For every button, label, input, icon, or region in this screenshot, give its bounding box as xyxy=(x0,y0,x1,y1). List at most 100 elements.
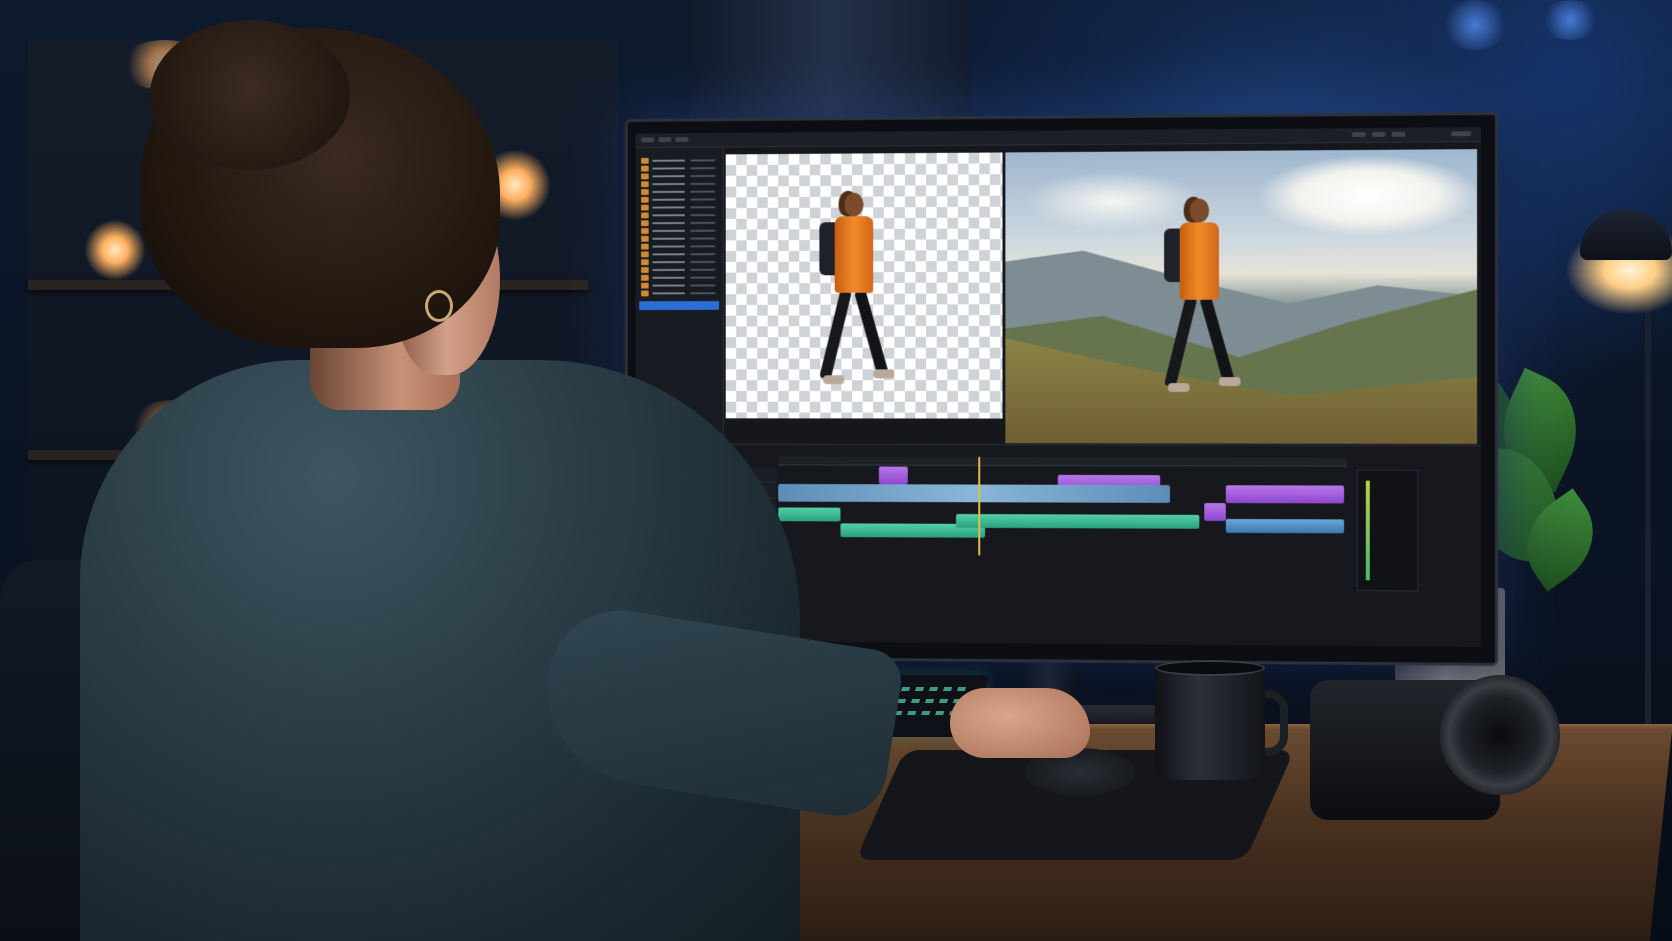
project-item[interactable] xyxy=(641,259,717,266)
bokeh-light xyxy=(1440,0,1510,50)
project-item[interactable] xyxy=(641,220,717,227)
toolbar-button[interactable] xyxy=(1391,131,1406,137)
hiker-shoe xyxy=(873,369,895,379)
item-label xyxy=(652,237,685,240)
clip-thumbnail-icon xyxy=(641,290,649,297)
project-item[interactable] xyxy=(641,196,717,203)
project-item[interactable] xyxy=(641,157,717,164)
item-meta xyxy=(690,174,716,178)
project-item[interactable] xyxy=(641,189,717,195)
item-label xyxy=(652,167,685,170)
item-meta xyxy=(690,276,716,279)
clip-thumbnail-icon xyxy=(641,267,649,273)
window-controls[interactable] xyxy=(1451,131,1472,137)
clip-thumbnail-icon xyxy=(641,189,649,195)
hiker-cutout xyxy=(819,190,895,399)
project-item[interactable] xyxy=(641,181,717,188)
project-item[interactable] xyxy=(641,290,717,297)
item-label xyxy=(652,214,685,217)
folder-icon xyxy=(641,157,649,164)
item-label xyxy=(652,261,685,264)
item-meta xyxy=(690,206,716,209)
menu-item[interactable] xyxy=(641,137,655,143)
project-item[interactable] xyxy=(641,235,717,242)
item-label xyxy=(652,245,685,248)
item-meta xyxy=(690,229,716,232)
orange-jacket xyxy=(834,216,874,293)
item-meta xyxy=(690,237,716,240)
toolbar-button[interactable] xyxy=(1351,131,1366,138)
clip-thumbnail-icon xyxy=(641,173,649,180)
hiker-shoe xyxy=(1168,383,1190,392)
warm-light xyxy=(85,220,145,280)
item-meta xyxy=(690,159,716,162)
hair-bun xyxy=(150,20,350,170)
menu-item[interactable] xyxy=(658,137,672,143)
item-meta xyxy=(690,284,716,287)
hiker-leg xyxy=(1164,296,1198,388)
item-meta xyxy=(690,198,716,201)
audio-clip[interactable] xyxy=(778,507,841,522)
project-item[interactable] xyxy=(641,204,717,211)
clip-thumbnail-icon xyxy=(641,165,649,172)
project-item[interactable] xyxy=(641,228,717,234)
hiker-leg xyxy=(1199,296,1236,388)
item-meta xyxy=(690,167,716,170)
item-label xyxy=(652,229,685,232)
playhead[interactable] xyxy=(978,456,981,556)
hiker-head xyxy=(1189,198,1210,223)
meter-level xyxy=(1365,480,1370,581)
item-meta xyxy=(690,253,716,256)
project-item[interactable] xyxy=(641,173,717,180)
video-clip[interactable] xyxy=(778,483,1170,503)
item-meta xyxy=(690,214,716,217)
timeline-clip[interactable] xyxy=(1204,503,1226,521)
project-item[interactable] xyxy=(641,282,717,289)
hiker-composited xyxy=(1164,196,1241,406)
camera-lens xyxy=(1440,675,1560,795)
project-item[interactable] xyxy=(641,267,717,273)
clip-thumbnail-icon xyxy=(641,212,649,219)
mug-rim xyxy=(1155,660,1265,676)
project-item[interactable] xyxy=(641,243,717,250)
project-item[interactable] xyxy=(641,251,717,258)
item-meta xyxy=(690,292,716,295)
item-meta xyxy=(690,190,716,193)
clip-thumbnail-icon xyxy=(641,220,649,227)
program-viewer-composite[interactable] xyxy=(1005,149,1478,444)
hiker-leg xyxy=(819,289,852,380)
hiker-shoe xyxy=(823,375,845,385)
folder-icon xyxy=(641,228,649,234)
hiker-shoe xyxy=(1218,377,1241,387)
audio-clip[interactable] xyxy=(1225,518,1345,534)
clip-thumbnail-icon xyxy=(641,259,649,266)
bokeh-light xyxy=(1540,0,1600,40)
hiker-head xyxy=(844,192,864,217)
orange-jacket xyxy=(1179,222,1219,300)
audio-meter xyxy=(1356,469,1419,592)
folder-icon xyxy=(641,204,649,211)
clip-thumbnail-icon xyxy=(641,282,649,289)
project-item[interactable] xyxy=(641,274,717,281)
source-viewer-transparent[interactable] xyxy=(725,152,1003,419)
audio-clip[interactable] xyxy=(956,513,1200,529)
item-label xyxy=(652,268,685,271)
folder-icon xyxy=(641,251,649,258)
cloud xyxy=(1259,155,1478,237)
folder-icon xyxy=(641,274,649,281)
item-label xyxy=(652,253,685,256)
item-label xyxy=(652,182,685,186)
person-hand xyxy=(950,688,1090,758)
item-label xyxy=(652,206,685,209)
timeline-clip[interactable] xyxy=(1225,485,1345,504)
project-item[interactable] xyxy=(641,212,717,219)
app-toolbar xyxy=(635,127,1482,149)
menu-item[interactable] xyxy=(675,137,689,143)
toolbar-button[interactable] xyxy=(1371,131,1386,137)
project-item[interactable] xyxy=(641,165,717,172)
item-meta xyxy=(690,221,716,224)
item-label xyxy=(652,159,685,162)
selected-layer-row[interactable] xyxy=(639,301,720,311)
timeline-clip[interactable] xyxy=(878,466,908,485)
time-ruler[interactable] xyxy=(778,456,1348,467)
